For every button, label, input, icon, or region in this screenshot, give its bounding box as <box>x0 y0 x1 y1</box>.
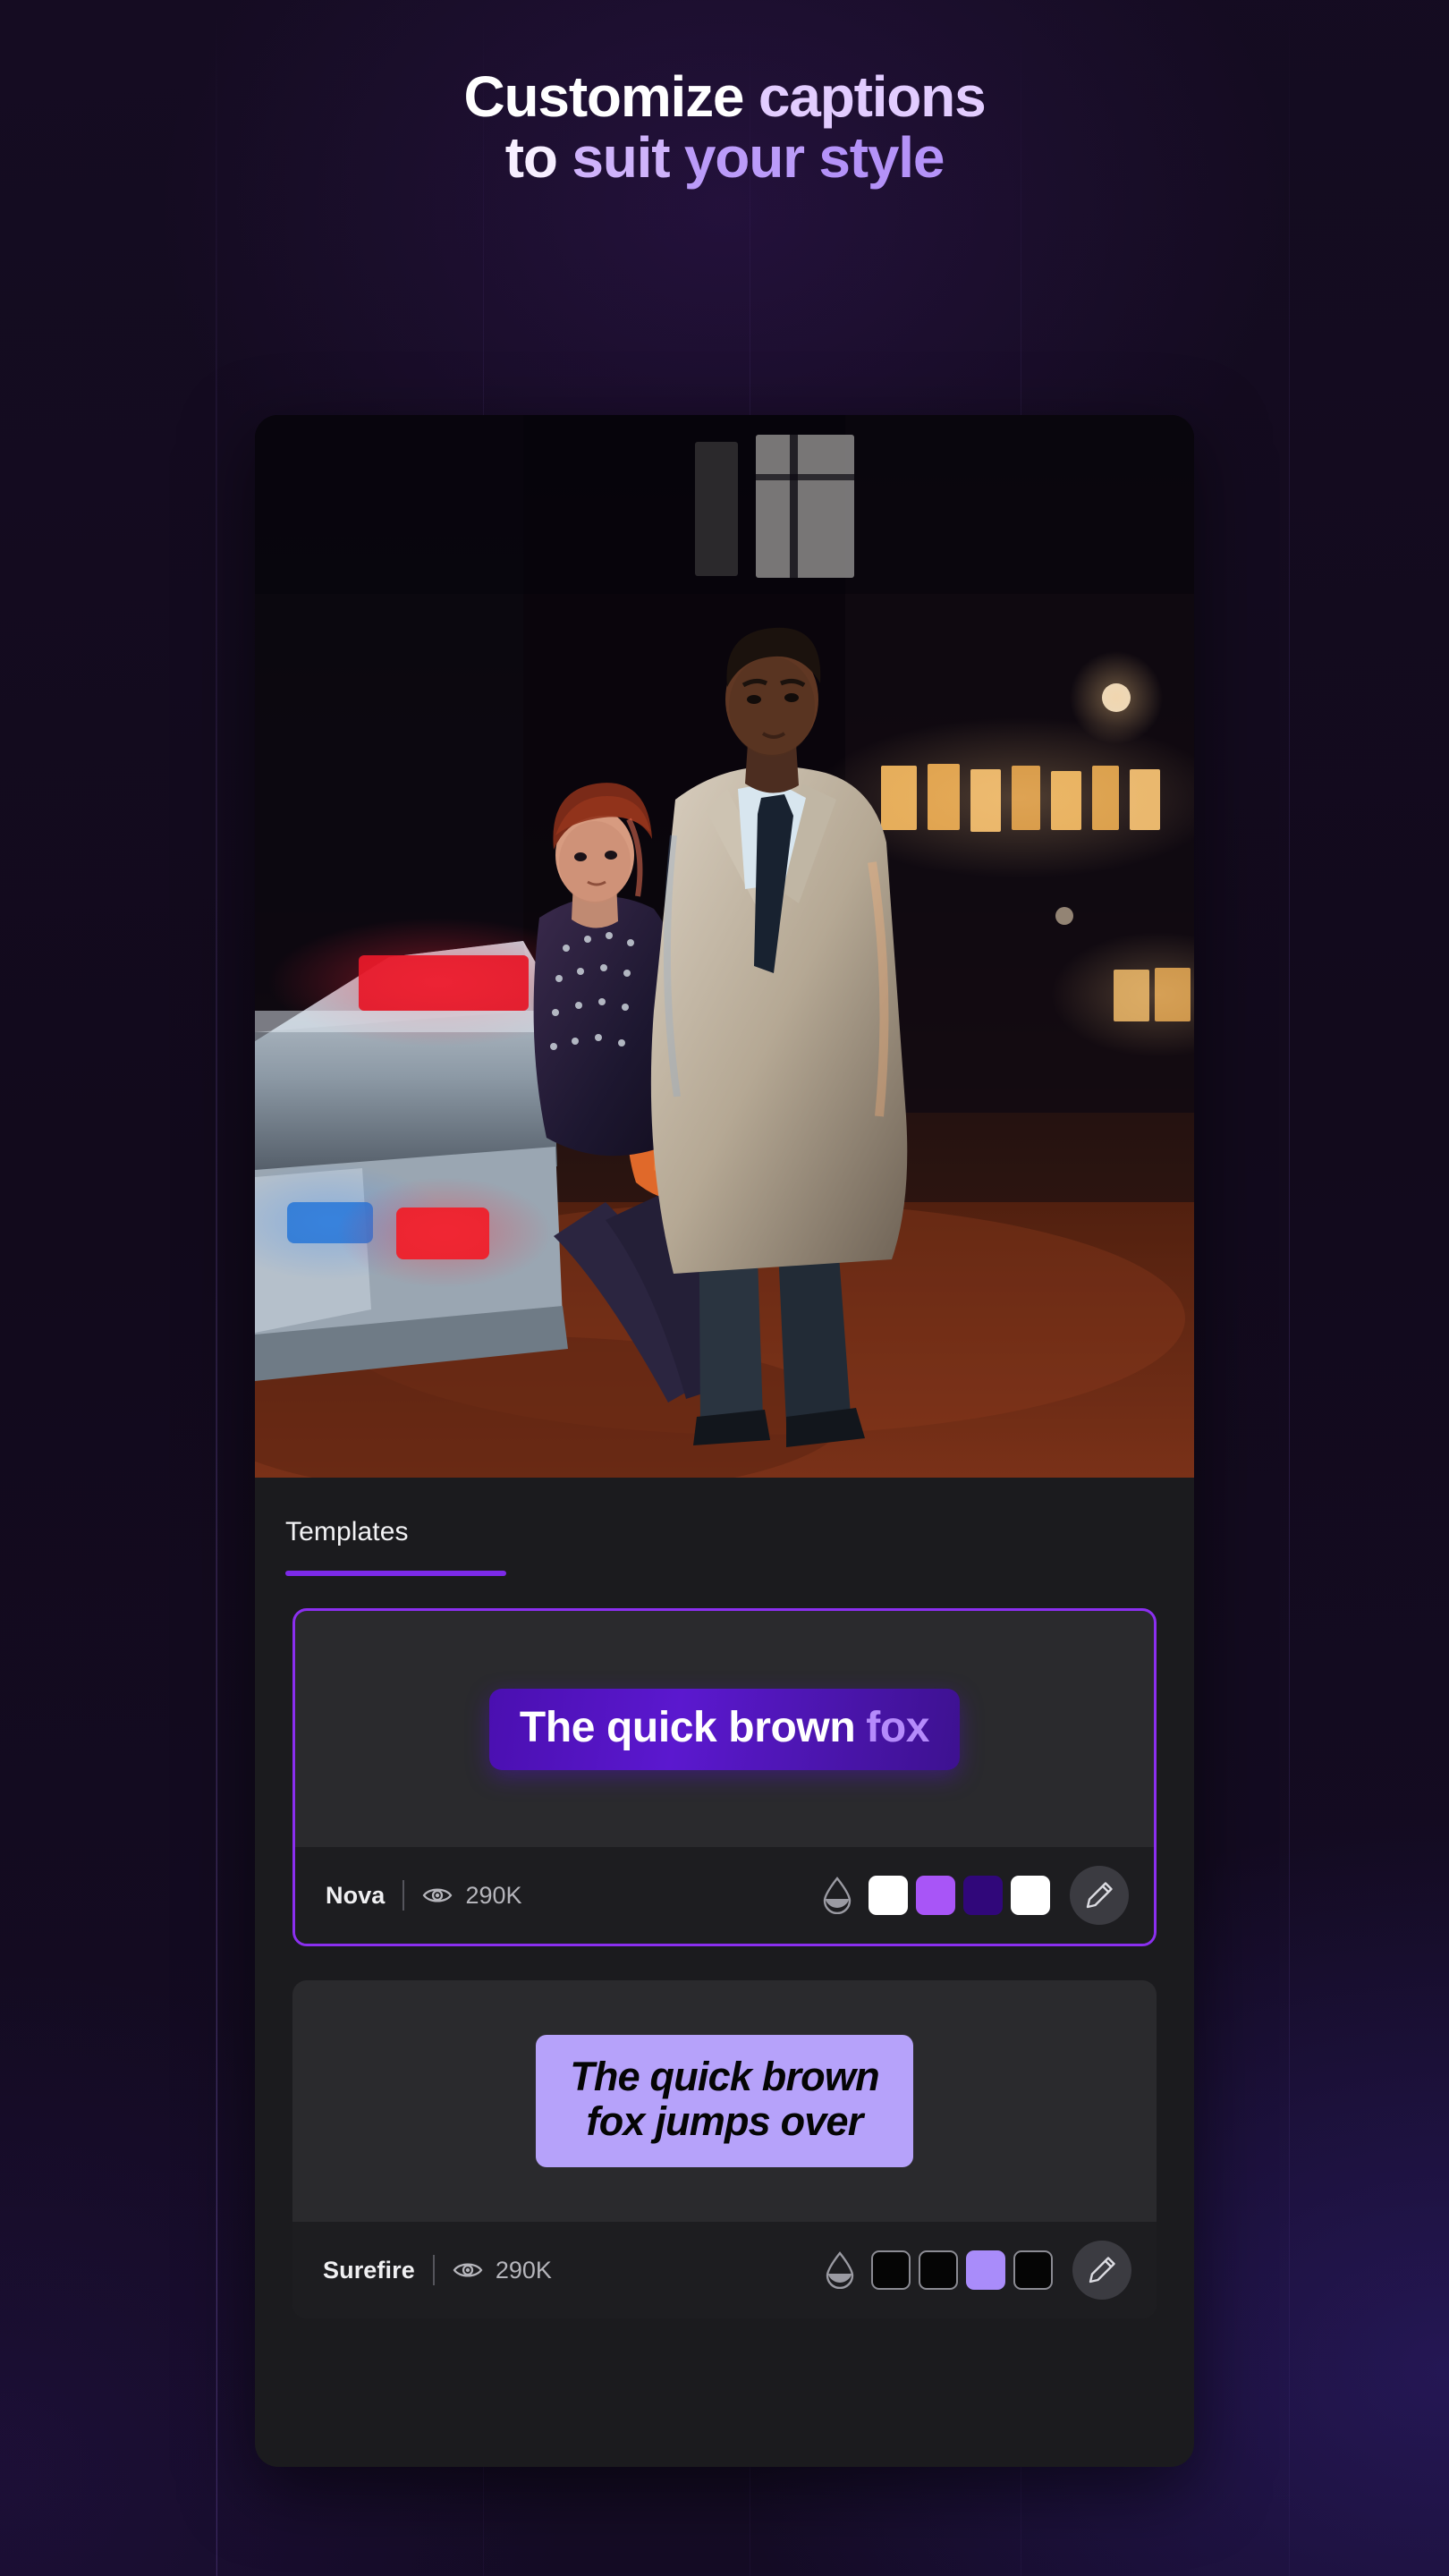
droplet-icon[interactable] <box>822 1877 852 1914</box>
tab-active-indicator <box>285 1571 506 1576</box>
preview-photo <box>255 415 1194 1478</box>
template-view-count: 290K <box>495 2256 552 2284</box>
sample-text-accent: fox <box>866 1703 930 1751</box>
sample-text-primary: The quick brown <box>519 1703 856 1751</box>
page-title-line-1: Customize captions <box>0 66 1449 127</box>
swatch <box>963 1876 1003 1915</box>
template-card-surefire[interactable]: The quick brown fox jumps over Surefire <box>292 1980 1157 2318</box>
page-title: Customize captions to suit your style <box>0 66 1449 189</box>
page-title-line-2: to suit your style <box>0 127 1449 188</box>
meta-divider <box>402 1880 405 1911</box>
template-view-count: 290K <box>465 1881 522 1909</box>
title-word: style <box>818 125 945 191</box>
edit-button[interactable] <box>1072 2241 1131 2300</box>
template-meta-nova: Nova 290K <box>295 1847 1154 1944</box>
droplet-icon[interactable] <box>825 2251 855 2289</box>
swatch <box>1013 2250 1053 2290</box>
eye-icon <box>422 1885 453 1906</box>
title-word: to <box>504 125 558 191</box>
template-meta-surefire: Surefire 290K <box>292 2222 1157 2318</box>
color-swatches[interactable] <box>871 2250 1053 2290</box>
swatch <box>1011 1876 1050 1915</box>
template-preview-surefire: The quick brown fox jumps over <box>292 1980 1157 2222</box>
video-preview[interactable]: Wherever I go is where <box>255 415 1194 1478</box>
template-sample-text-nova: The quick brown fox <box>488 1688 961 1770</box>
edit-button[interactable] <box>1070 1866 1129 1925</box>
swatch <box>869 1876 908 1915</box>
promo-page: Customize captions to suit your style Te… <box>0 0 1449 2576</box>
meta-divider <box>432 2255 435 2285</box>
templates-list: The quick brown fox Nova 290K The quick … <box>255 1596 1194 2318</box>
swatch <box>966 2250 1005 2290</box>
phone-mockup: Wherever I go is where Templates The qui… <box>255 415 1194 2467</box>
template-sample-text-surefire: The quick brown fox jumps over <box>536 2034 913 2168</box>
template-preview-nova: The quick brown fox <box>295 1611 1154 1847</box>
swatch <box>871 2250 911 2290</box>
title-word: suit <box>572 125 670 191</box>
title-word: Customize <box>463 64 745 129</box>
title-word: captions <box>758 64 987 129</box>
template-name: Surefire <box>323 2256 415 2284</box>
swatch <box>919 2250 958 2290</box>
tab-bar: Templates <box>255 1478 1194 1596</box>
tab-templates[interactable]: Templates <box>285 1517 409 1547</box>
eye-icon <box>453 2259 483 2281</box>
template-card-nova[interactable]: The quick brown fox Nova 290K <box>292 1608 1157 1946</box>
swatch <box>916 1876 955 1915</box>
color-swatches[interactable] <box>869 1876 1050 1915</box>
template-name: Nova <box>326 1881 386 1909</box>
title-word: your <box>683 125 805 191</box>
